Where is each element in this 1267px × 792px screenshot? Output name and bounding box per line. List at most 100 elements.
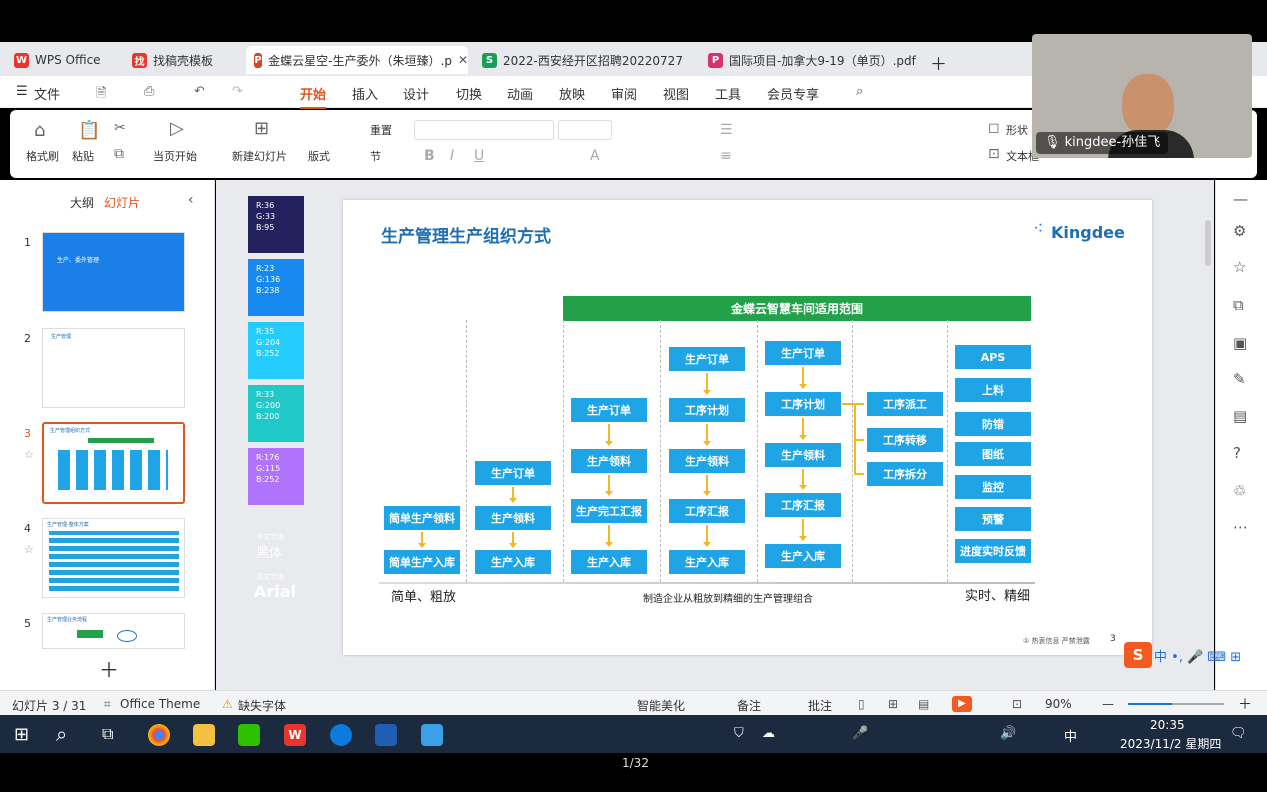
more-icon[interactable]: ⋯ [1233, 518, 1248, 536]
hamburger-icon[interactable]: ☰ [16, 84, 28, 99]
task-view-icon[interactable]: ⧉ [102, 724, 113, 744]
paste-icon[interactable]: 📋 [78, 120, 100, 141]
section-button[interactable]: 节 [370, 148, 381, 164]
tab-outline[interactable]: 大纲 [70, 194, 94, 211]
comments-button[interactable]: 批注 [808, 697, 832, 714]
italic-icon[interactable]: I [450, 148, 454, 164]
current-page-start-button[interactable]: 当页开始 [153, 148, 197, 164]
reset-button[interactable]: 重置 [370, 122, 392, 138]
menu-tools[interactable]: 工具 [715, 84, 741, 103]
copy-icon[interactable]: ⧉ [1233, 296, 1244, 314]
normal-view-icon[interactable]: ▯ [858, 697, 865, 711]
undo-icon[interactable]: ↶ [194, 84, 205, 99]
menu-animation[interactable]: 动画 [507, 84, 533, 103]
zoom-slider[interactable] [1128, 703, 1224, 705]
search-icon[interactable]: ⌕ [856, 84, 863, 99]
slide-thumb-1[interactable]: 生产、委外管理 [42, 232, 185, 312]
menu-home[interactable]: 开始 [300, 84, 327, 109]
zoom-out-icon[interactable]: — [1102, 697, 1114, 711]
star-icon[interactable]: ☆ [1233, 258, 1246, 276]
cut-icon[interactable]: ✂ [114, 120, 126, 136]
add-slide-icon[interactable]: ＋ [99, 654, 119, 683]
font-size-select[interactable] [558, 120, 612, 140]
underline-icon[interactable]: U [474, 148, 484, 164]
shirt-icon[interactable]: ♲ [1233, 482, 1246, 500]
sogou-ime-icon[interactable]: S [1124, 642, 1152, 668]
menu-review[interactable]: 审阅 [611, 84, 637, 103]
wechat-icon[interactable] [238, 724, 260, 746]
slide-thumb-3[interactable]: 生产管理组织方式 [42, 422, 185, 504]
cloud-icon[interactable]: ☁ [762, 726, 775, 741]
zoom-in-icon[interactable]: ＋ [1238, 694, 1252, 714]
wps-icon[interactable]: W [284, 724, 306, 746]
menu-slideshow[interactable]: 放映 [559, 84, 585, 103]
format-painter-button[interactable]: 格式刷 [26, 148, 59, 164]
shape-button[interactable]: 形状 [1006, 122, 1028, 138]
slide-thumb-5[interactable]: 生产管理业务流程 [42, 613, 185, 649]
volume-icon[interactable]: 🔊 [1000, 726, 1016, 741]
play-icon[interactable]: ▷ [170, 118, 184, 139]
ime-toolbar[interactable]: 中 •, 🎤 ⌨ ⊞ [1154, 646, 1264, 666]
tab-current-ppt[interactable]: P 金蝶云星空-生产委外（朱垣臻）.p ✕ [246, 46, 468, 74]
new-slide-icon[interactable]: ⊞ [254, 118, 269, 139]
bold-icon[interactable]: B [424, 148, 435, 164]
settings-icon[interactable]: ⚙ [1233, 222, 1246, 240]
zoom-level[interactable]: 90% [1045, 697, 1072, 711]
new-tab-icon[interactable]: ＋ [930, 50, 947, 75]
meeting-app-icon[interactable] [375, 724, 397, 746]
slide-thumb-4[interactable]: 生产管理-整体方案 [42, 518, 185, 598]
clock-time[interactable]: 20:35 [1150, 718, 1185, 732]
tools-icon[interactable]: ✎ [1233, 370, 1246, 388]
play-icon[interactable]: ▶ [952, 696, 972, 712]
layout-button[interactable]: 版式 [308, 148, 330, 164]
menu-file[interactable]: 文件 [34, 84, 60, 103]
help-icon[interactable]: ? [1233, 444, 1241, 462]
tab-spreadsheet[interactable]: S 2022-西安经开区招聘20220727 [474, 46, 692, 74]
fit-icon[interactable]: ⊡ [1012, 697, 1022, 711]
scrollbar[interactable] [1205, 220, 1211, 266]
clock-date[interactable]: 2023/11/2 星期四 [1120, 735, 1221, 752]
theme-name[interactable]: Office Theme [120, 697, 200, 711]
tab-wps-office[interactable]: W WPS Office [6, 46, 116, 74]
copy-icon[interactable]: ⧉ [114, 146, 124, 162]
notification-icon[interactable]: 🗨 [1230, 726, 1247, 741]
textbox-icon[interactable]: ⊡ [988, 146, 1000, 162]
redo-icon[interactable]: ↷ [232, 84, 243, 99]
grid-view-icon[interactable]: ⊞ [888, 697, 898, 711]
menu-view[interactable]: 视图 [663, 84, 689, 103]
smart-beautify[interactable]: 智能美化 [637, 697, 685, 714]
image-icon[interactable]: ▣ [1233, 334, 1247, 352]
menu-insert[interactable]: 插入 [352, 84, 378, 103]
slide-thumb-2[interactable]: 生产管理 [42, 328, 185, 408]
book-icon[interactable]: ▤ [1233, 407, 1247, 425]
format-painter-icon[interactable]: ⌂ [34, 120, 45, 141]
font-family-select[interactable] [414, 120, 554, 140]
missing-font[interactable]: 缺失字体 [238, 697, 286, 714]
search-icon[interactable]: ⌕ [56, 722, 67, 746]
chrome-icon[interactable] [148, 724, 170, 746]
notes-button[interactable]: 备注 [737, 697, 761, 714]
collapse-panel-icon[interactable]: ‹ [188, 192, 194, 208]
bullet-list-icon[interactable]: ☰ [720, 122, 733, 138]
windows-start-icon[interactable]: ⊞ [14, 724, 29, 745]
new-slide-button[interactable]: 新建幻灯片 [232, 148, 287, 164]
menu-member[interactable]: 会员专享 [767, 84, 819, 103]
minus-icon[interactable]: — [1233, 190, 1248, 208]
tab-template[interactable]: 找找稿壳模板 [124, 46, 240, 74]
paste-button[interactable]: 粘贴 [72, 148, 94, 164]
tab-slides[interactable]: 幻灯片 [104, 194, 140, 211]
shape-icon[interactable]: ◻ [988, 120, 1000, 136]
tab-pdf[interactable]: P 国际项目-加拿大9-19（单页）.pdf [700, 46, 920, 74]
menu-transition[interactable]: 切换 [456, 84, 482, 103]
menu-design[interactable]: 设计 [403, 84, 429, 103]
file-explorer-icon[interactable] [193, 724, 215, 746]
app-icon[interactable] [421, 724, 443, 746]
align-left-icon[interactable]: ≡ [720, 148, 732, 164]
microphone-icon[interactable]: 🎤 [852, 726, 868, 741]
print-icon[interactable]: ⎙ [144, 84, 154, 99]
ime-indicator[interactable]: 中 [1064, 726, 1077, 745]
edge-icon[interactable] [330, 724, 352, 746]
close-tab-icon[interactable]: ✕ [458, 53, 468, 67]
security-icon[interactable]: ⛉ [734, 726, 744, 741]
save-icon[interactable]: 🗎 [96, 84, 106, 106]
